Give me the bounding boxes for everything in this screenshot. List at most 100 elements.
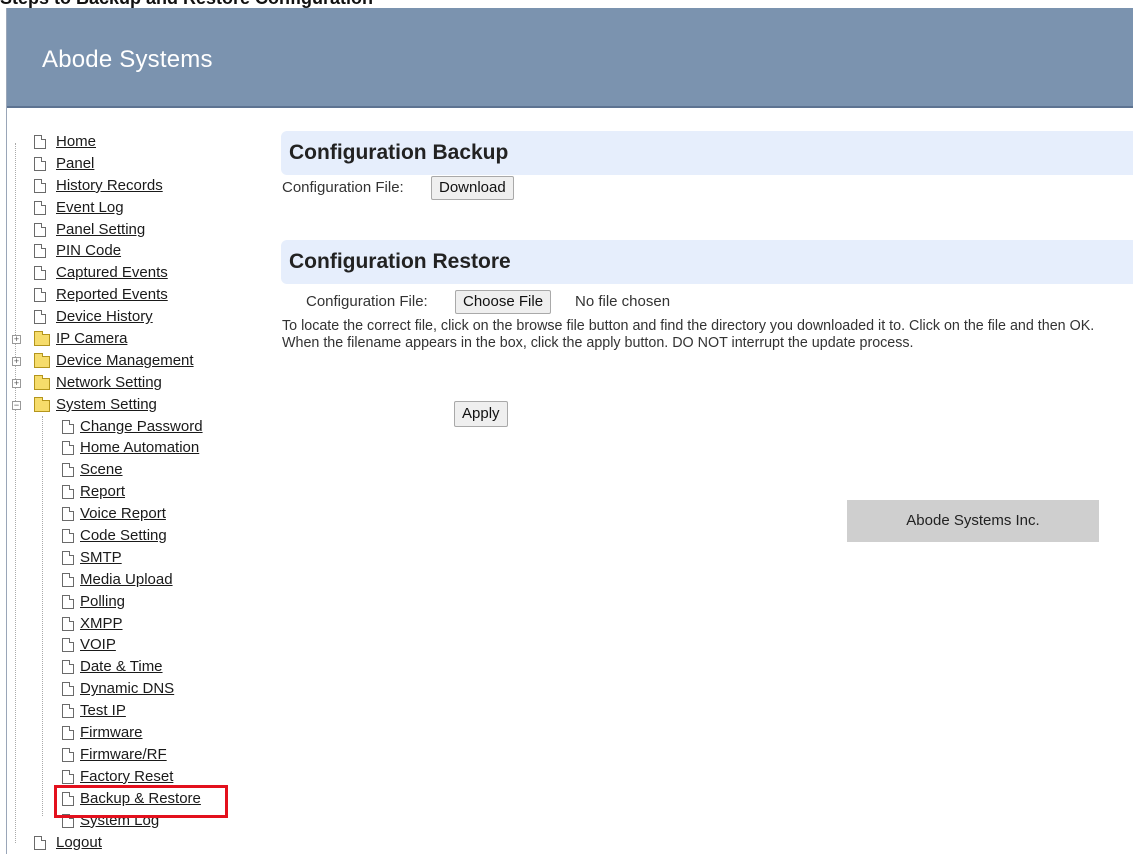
sidebar-item-media-upload[interactable]: Media Upload xyxy=(10,569,260,591)
sidebar-item-label[interactable]: Date & Time xyxy=(80,656,163,678)
sidebar-item-label[interactable]: Code Setting xyxy=(80,525,167,547)
sidebar-item-label[interactable]: Event Log xyxy=(56,197,124,219)
expand-icon[interactable]: + xyxy=(12,378,21,388)
sidebar-item-label[interactable]: Media Upload xyxy=(80,569,173,591)
highlight-box xyxy=(54,785,228,818)
sidebar-item-label[interactable]: Scene xyxy=(80,459,123,481)
sidebar-item-home-automation[interactable]: Home Automation xyxy=(10,437,260,459)
page-caption: Steps to Backup and Restore Configuratio… xyxy=(0,0,1133,8)
apply-button[interactable]: Apply xyxy=(454,401,508,427)
sidebar-item-test-ip[interactable]: Test IP xyxy=(10,700,260,722)
sidebar-item-voip[interactable]: VOIP xyxy=(10,634,260,656)
sidebar-item-label[interactable]: Dynamic DNS xyxy=(80,678,174,700)
sidebar-tree: Home Panel History Records Event Log Panel S… xyxy=(10,131,260,853)
sidebar-item-label[interactable]: SMTP xyxy=(80,547,122,569)
sidebar-item-event-log[interactable]: Event Log xyxy=(10,197,260,219)
sidebar-item-label[interactable]: Panel Setting xyxy=(56,219,145,241)
app-header: Abode Systems xyxy=(6,8,1133,108)
page-icon xyxy=(62,550,74,565)
sidebar-item-change-password[interactable]: Change Password xyxy=(10,416,260,438)
sidebar-item-dynamic-dns[interactable]: Dynamic DNS xyxy=(10,678,260,700)
sidebar-item-pin-code[interactable]: PIN Code xyxy=(10,240,260,262)
sidebar-item-label[interactable]: XMPP xyxy=(80,613,123,635)
sidebar-item-label[interactable]: Home Automation xyxy=(80,437,199,459)
sidebar-item-panel[interactable]: Panel xyxy=(10,153,260,175)
sidebar-item-firmware[interactable]: Firmware xyxy=(10,722,260,744)
sidebar-item-label[interactable]: History Records xyxy=(56,175,163,197)
expand-icon[interactable]: + xyxy=(12,356,21,366)
sidebar-item-label[interactable]: Reported Events xyxy=(56,284,168,306)
page-icon xyxy=(34,835,46,850)
sidebar-item-label[interactable]: PIN Code xyxy=(56,240,121,262)
sidebar-item-label[interactable]: Home xyxy=(56,131,96,153)
page-icon xyxy=(34,310,46,325)
sidebar-item-captured-events[interactable]: Captured Events xyxy=(10,262,260,284)
sidebar-item-label[interactable]: IP Camera xyxy=(56,328,127,350)
page-icon xyxy=(62,529,74,544)
sidebar-item-device-history[interactable]: Device History xyxy=(10,306,260,328)
page-icon xyxy=(34,178,46,193)
sidebar-item-label[interactable]: Report xyxy=(80,481,125,503)
page-icon xyxy=(34,244,46,259)
sidebar-item-label[interactable]: Firmware xyxy=(80,722,143,744)
sidebar-item-home[interactable]: Home xyxy=(10,131,260,153)
sidebar-item-network-setting[interactable]: + Network Setting xyxy=(10,372,260,394)
page-icon xyxy=(62,616,74,631)
sidebar-item-label[interactable]: Device Management xyxy=(56,350,194,372)
sidebar-item-label[interactable]: Captured Events xyxy=(56,262,168,284)
sidebar-item-date-time[interactable]: Date & Time xyxy=(10,656,260,678)
restore-section-header: Configuration Restore xyxy=(281,240,1133,284)
page-icon xyxy=(34,288,46,303)
sidebar-item-label[interactable]: Logout xyxy=(56,832,102,854)
sidebar-item-panel-setting[interactable]: Panel Setting xyxy=(10,219,260,241)
expand-icon[interactable]: − xyxy=(12,400,21,410)
page-icon xyxy=(34,135,46,149)
page-icon xyxy=(62,747,74,762)
page-icon xyxy=(62,769,74,784)
sidebar-item-ip-camera[interactable]: + IP Camera xyxy=(10,328,260,350)
sidebar-item-label[interactable]: Network Setting xyxy=(56,372,162,394)
page-icon xyxy=(62,441,74,456)
page-icon xyxy=(62,463,74,478)
sidebar-item-label[interactable]: Test IP xyxy=(80,700,126,722)
sidebar-item-label[interactable]: Change Password xyxy=(80,416,203,438)
restore-file-label: Configuration File: xyxy=(306,293,428,310)
sidebar-item-label[interactable]: Polling xyxy=(80,591,125,613)
sidebar-item-label[interactable]: System Setting xyxy=(56,394,157,416)
sidebar-item-logout[interactable]: Logout xyxy=(10,832,260,854)
folder-icon xyxy=(34,374,50,390)
page-icon xyxy=(62,682,74,697)
page-icon xyxy=(34,222,46,237)
sidebar-item-reported-events[interactable]: Reported Events xyxy=(10,284,260,306)
sidebar-item-xmpp[interactable]: XMPP xyxy=(10,613,260,635)
download-button[interactable]: Download xyxy=(431,176,514,200)
footer-company: Abode Systems Inc. xyxy=(847,500,1099,542)
sidebar-item-device-management[interactable]: + Device Management xyxy=(10,350,260,372)
sidebar-item-report[interactable]: Report xyxy=(10,481,260,503)
sidebar-item-firmware-rf[interactable]: Firmware/RF xyxy=(10,744,260,766)
page-icon xyxy=(62,726,74,741)
sidebar-item-smtp[interactable]: SMTP xyxy=(10,547,260,569)
sidebar-item-system-setting[interactable]: − System Setting xyxy=(10,394,260,416)
no-file-status: No file chosen xyxy=(575,293,671,310)
backup-section-header: Configuration Backup xyxy=(281,131,1133,175)
sidebar-item-scene[interactable]: Scene xyxy=(10,459,260,481)
sidebar-item-history-records[interactable]: History Records xyxy=(10,175,260,197)
left-border xyxy=(6,8,7,854)
sidebar-item-code-setting[interactable]: Code Setting xyxy=(10,525,260,547)
sidebar-item-label[interactable]: Firmware/RF xyxy=(80,744,167,766)
page-icon xyxy=(34,266,46,281)
page-icon xyxy=(62,594,74,609)
sidebar-item-label[interactable]: Device History xyxy=(56,306,153,328)
sidebar-item-label[interactable]: VOIP xyxy=(80,634,116,656)
page-icon xyxy=(62,419,74,434)
page-icon xyxy=(62,572,74,587)
sidebar-item-label[interactable]: Panel xyxy=(56,153,94,175)
sidebar-item-label[interactable]: Voice Report xyxy=(80,503,166,525)
page-icon xyxy=(62,507,74,522)
sidebar-item-voice-report[interactable]: Voice Report xyxy=(10,503,260,525)
choose-file-button[interactable]: Choose File xyxy=(455,290,552,314)
page-icon xyxy=(34,156,46,171)
expand-icon[interactable]: + xyxy=(12,335,21,345)
sidebar-item-polling[interactable]: Polling xyxy=(10,591,260,613)
